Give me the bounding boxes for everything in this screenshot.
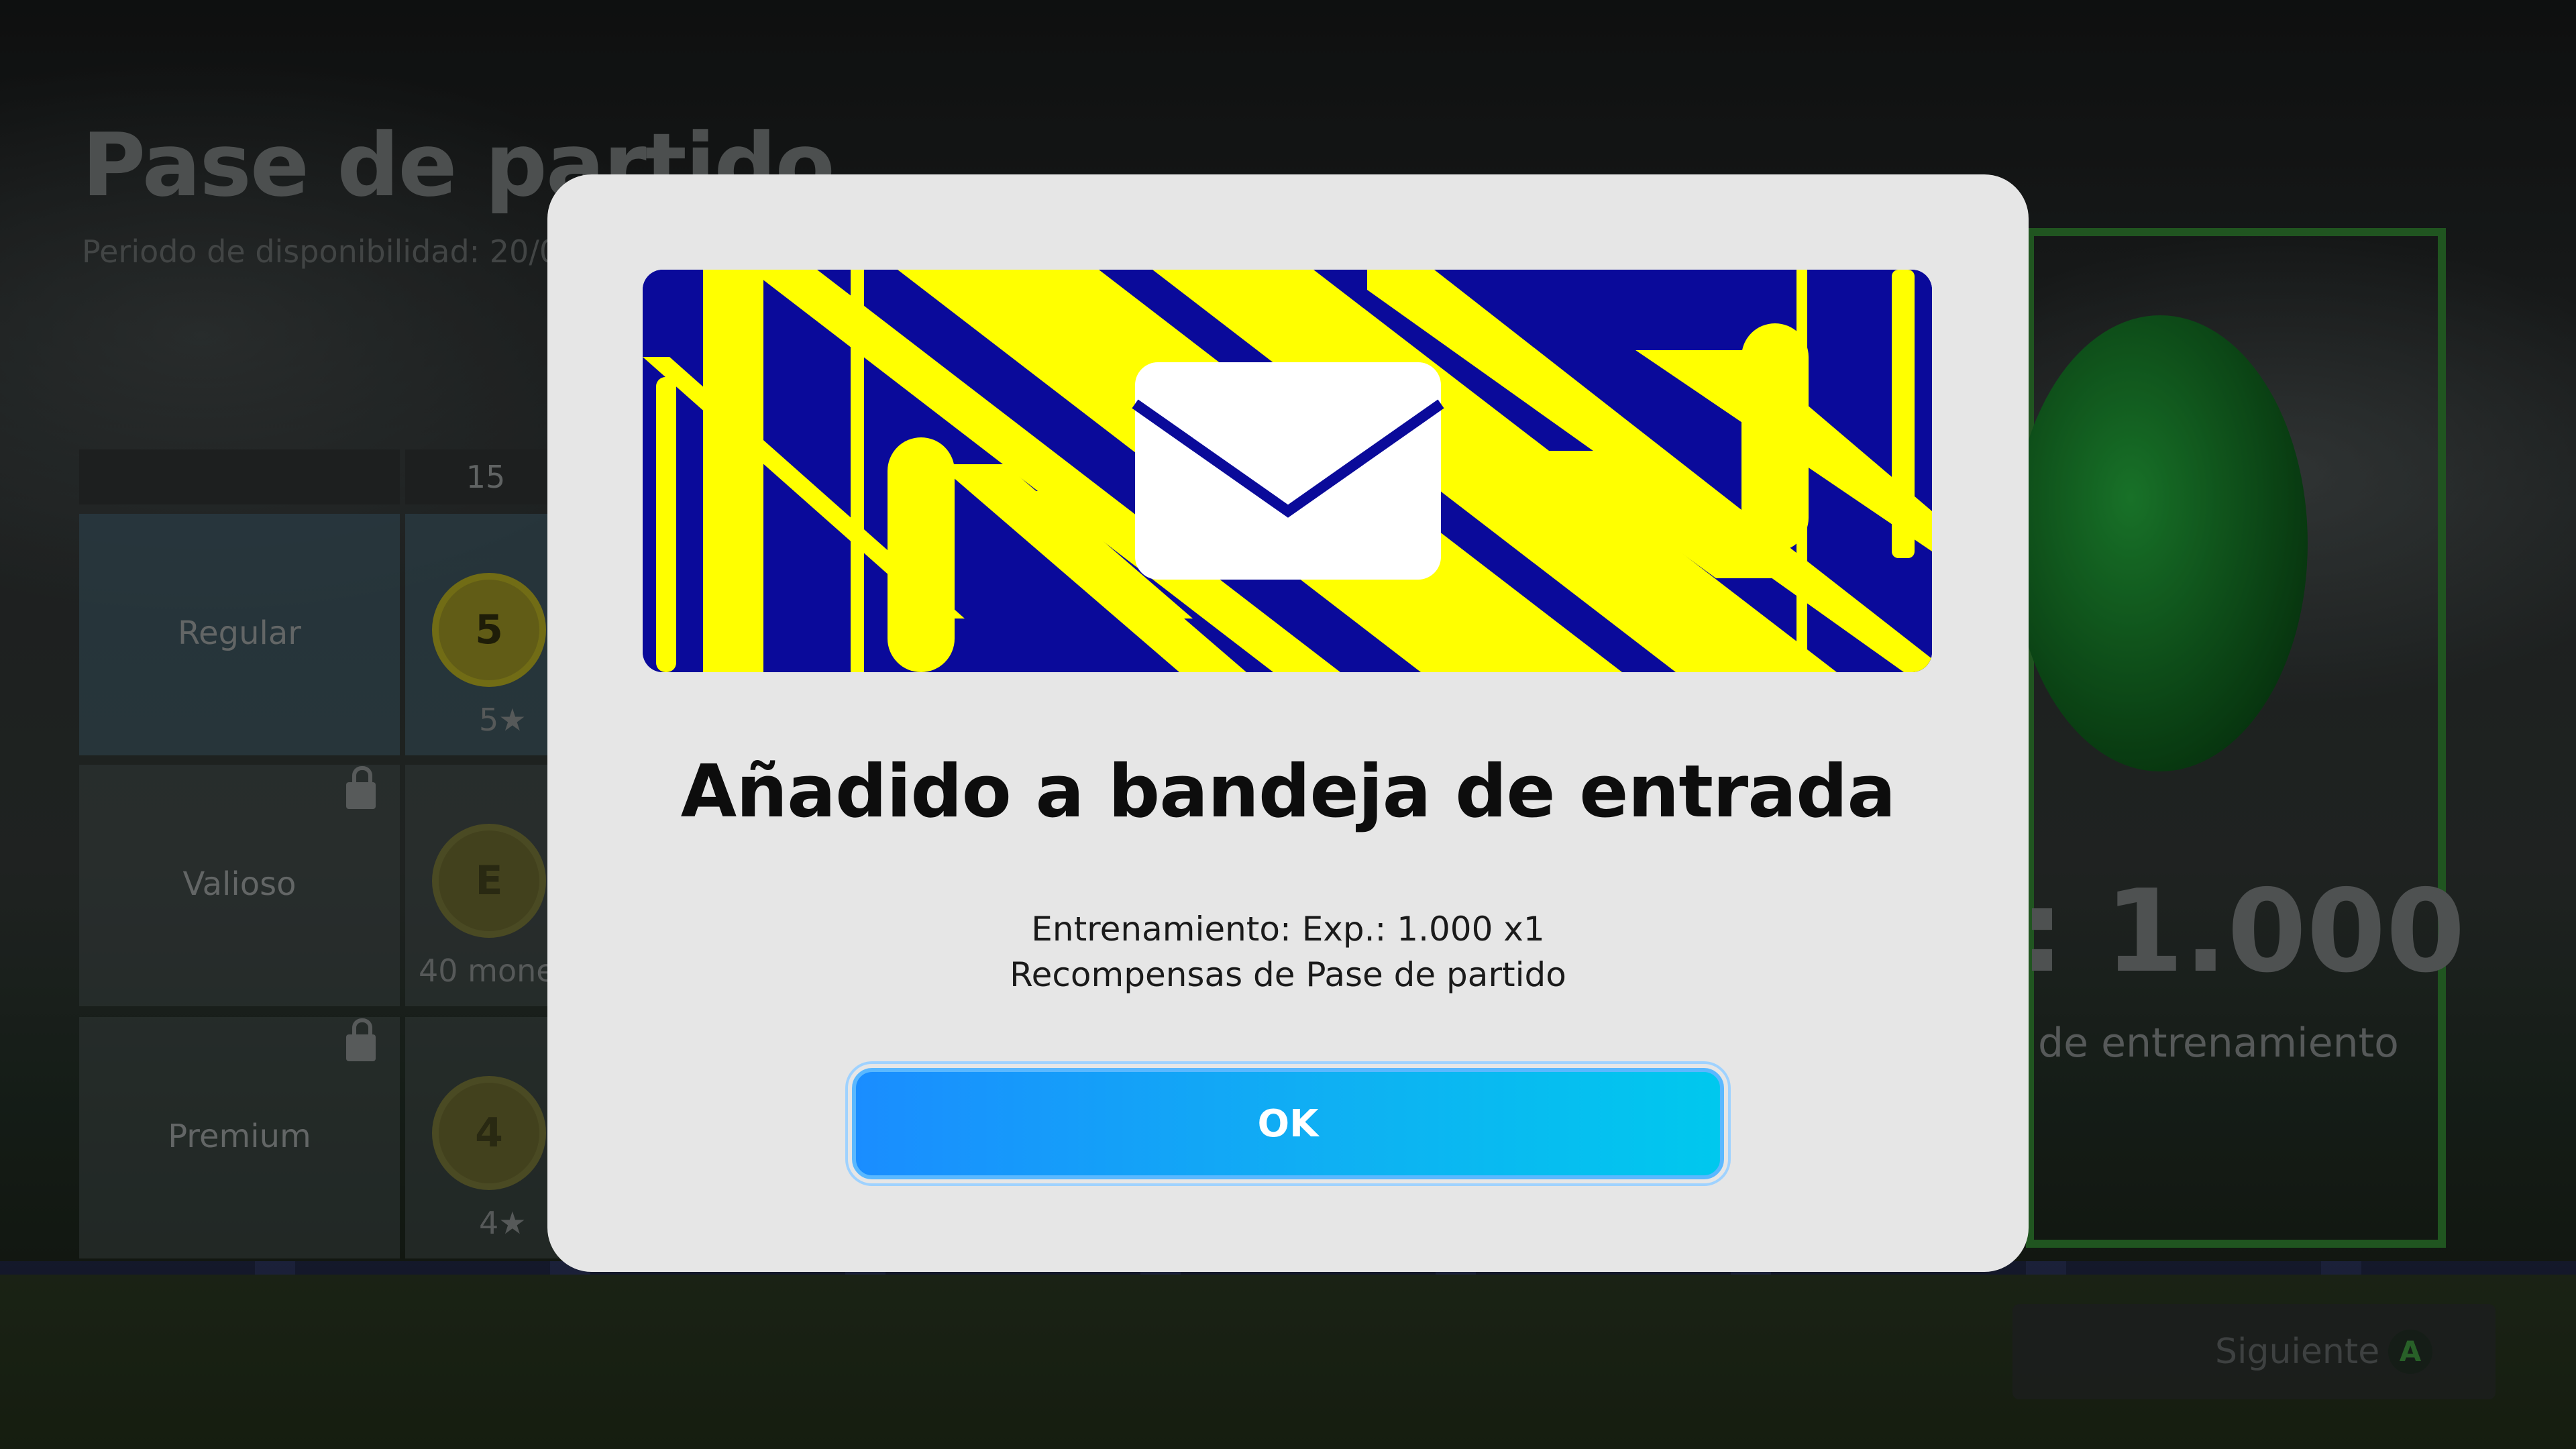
envelope-icon [1132,362,1444,580]
ok-button-label: OK [1257,1102,1319,1146]
banner-graphic [643,270,1932,672]
dialog-source-line: Recompensas de Pase de partido [1010,955,1566,994]
dialog-banner [643,270,1932,672]
dialog-reward-line: Entrenamiento: Exp.: 1.000 x1 [1031,910,1545,949]
inbox-dialog: Añadido a bandeja de entrada Entrenamien… [547,174,2029,1272]
ok-button[interactable]: OK [848,1064,1728,1183]
dialog-title: Añadido a bandeja de entrada [680,750,1896,834]
